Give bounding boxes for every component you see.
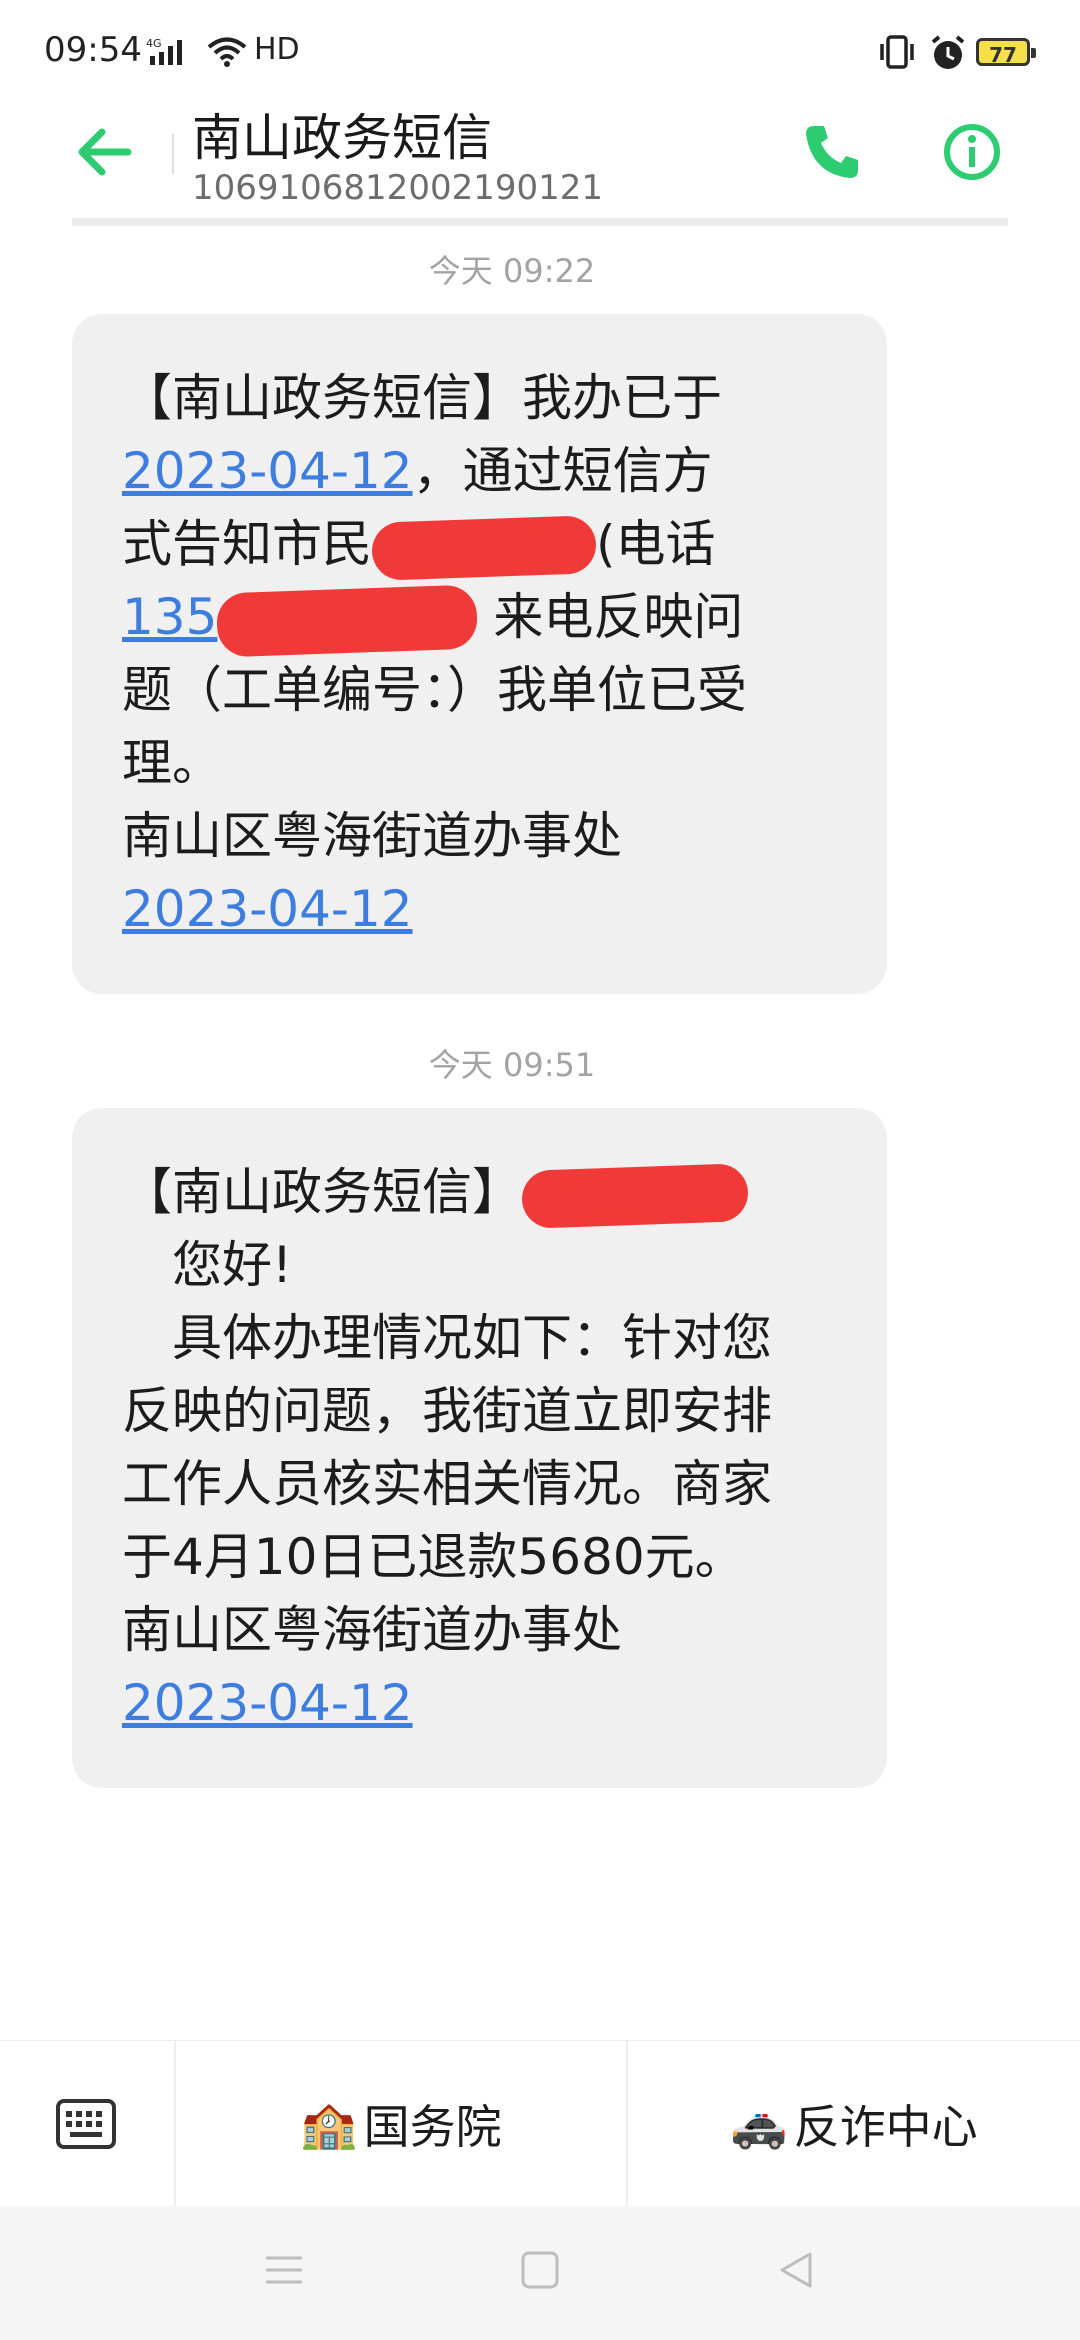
date-link[interactable]: 2023-04-12 [122,442,413,500]
menu-label: 反诈中心 [793,2100,978,2154]
wifi-icon [206,36,248,72]
contact-number: 1069106812002190121 [192,168,604,208]
status-bar: 09:54 4G HD 77 [0,0,1080,96]
bottom-menu-bar: 🏫 国务院 🚓 反诈中心 [0,2040,1080,2207]
message-line: 【南山政务短信】 [122,1156,837,1229]
message-line: 南山区粤海街道办事处 [122,1601,622,1659]
header-separator [72,218,1008,226]
battery-icon: 77 [976,38,1036,67]
message-line: 理。 [122,734,222,792]
message-line: 南山区粤海街道办事处 [122,807,622,865]
back-triangle-icon[interactable] [776,2250,816,2294]
hd-indicator: HD [254,32,300,67]
date-link[interactable]: 2023-04-12 [122,1674,413,1732]
phone-link[interactable]: 135 [122,588,217,646]
keyboard-icon[interactable] [56,2099,116,2149]
message-timestamp: 今天 09:51 [428,1046,596,1084]
menu-anti-fraud-button[interactable]: 🚓 反诈中心 [628,2041,1080,2207]
police-car-icon: 🚓 [730,2096,788,2151]
message-line: 2023-04-12，通过短信方 [122,442,713,500]
message-line: 式告知市民 (电话 [122,508,837,581]
message-line: 工作人员核实相关情况。商家 [122,1455,772,1513]
phone-icon[interactable] [800,120,864,184]
contact-name: 南山政务短信 [192,109,492,167]
home-square-icon[interactable] [520,2250,560,2294]
menu-label: 国务院 [363,2100,502,2154]
header-divider [172,134,174,174]
message-line: 【南山政务短信】我办已于 [122,369,722,427]
message-line: 您好! [122,1236,293,1294]
date-link[interactable]: 2023-04-12 [122,880,413,938]
message-timestamp: 今天 09:22 [428,252,596,290]
menu-guowuyuan-button[interactable]: 🏫 国务院 [176,2041,626,2207]
back-arrow-icon[interactable] [72,120,136,184]
message-line: 具体办理情况如下：针对您 [122,1309,772,1367]
redaction-mark [521,1162,749,1229]
school-building-icon: 🏫 [300,2096,358,2151]
status-time: 09:54 [44,30,142,70]
info-icon[interactable] [940,120,1004,184]
message-line: 2023-04-12 [122,1667,837,1740]
vibrate-icon [876,34,918,74]
conversation-header: 南山政务短信 1069106812002190121 [0,96,1080,216]
message-line: 于4月10日已退款5680元。 [122,1528,745,1586]
menu-lines-icon[interactable] [262,2250,306,2294]
message-bubble[interactable]: 【南山政务短信】 您好! 具体办理情况如下：针对您 反映的问题，我街道立即安排 … [72,1108,887,1788]
svg-text:4G: 4G [146,37,162,50]
alarm-icon [928,34,968,78]
redaction-mark [371,514,597,581]
message-line: 反映的问题，我街道立即安排 [122,1382,772,1440]
system-navigation-bar [0,2206,1080,2340]
message-line: 题（工单编号：）我单位已受 [122,661,747,719]
message-bubble[interactable]: 【南山政务短信】我办已于 2023-04-12，通过短信方 式告知市民 (电话 1… [72,314,887,994]
cellular-signal-icon: 4G [146,36,194,70]
redaction-mark [216,583,479,658]
message-line: 135 来电反映问 [122,581,837,658]
message-line: 2023-04-12 [122,873,837,946]
